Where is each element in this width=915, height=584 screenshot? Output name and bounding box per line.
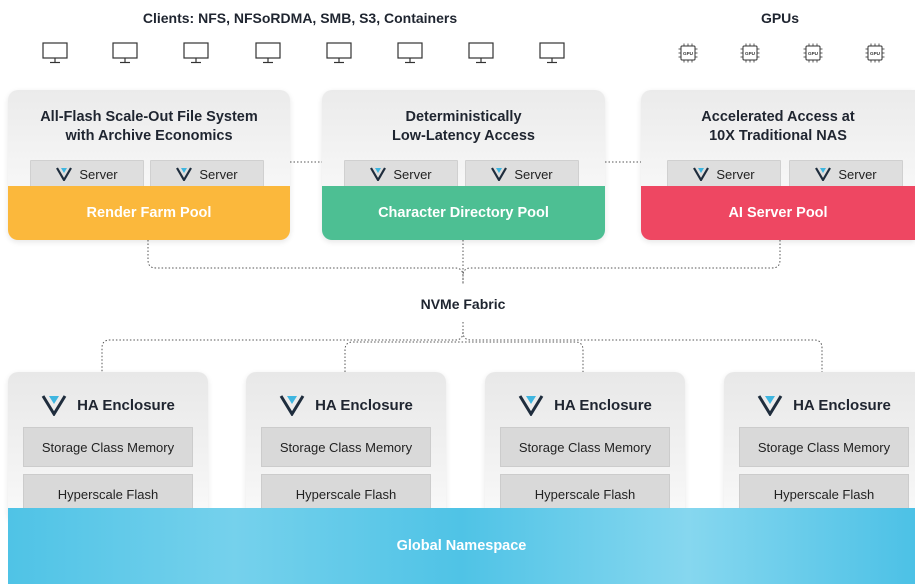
svg-text:GPU: GPU: [683, 51, 694, 56]
character-directory-pool: Character Directory Pool: [322, 186, 605, 240]
card-title-line1: All-Flash Scale-Out File System: [40, 109, 258, 125]
global-namespace-bar: Global Namespace: [8, 508, 915, 584]
enclosure-title: HA Enclosure: [8, 394, 208, 416]
ha-enclosure: HA Enclosure Storage Class Memory Hypers…: [246, 372, 446, 522]
gpu-chip-icon: GPU: [678, 43, 698, 63]
ai-server-pool: AI Server Pool: [641, 186, 915, 240]
card-title-line2: with Archive Economics: [65, 128, 233, 144]
server-box: Server: [789, 160, 903, 188]
server-label: Server: [79, 166, 118, 182]
enclosure-title-text: HA Enclosure: [77, 396, 175, 414]
monitor-icon: [255, 42, 281, 64]
monitor-icon: [42, 42, 68, 64]
gpu-chip-icon: GPU: [865, 43, 885, 63]
monitor-icon: [539, 42, 565, 64]
render-farm-pool: Render Farm Pool: [8, 186, 290, 240]
server-box: Server: [30, 160, 144, 188]
card-title: All-Flash Scale-Out File System with Arc…: [8, 108, 290, 146]
server-box: Server: [667, 160, 781, 188]
ai-server-card: Accelerated Access at 10X Traditional NA…: [641, 90, 915, 240]
storage-class-memory: Storage Class Memory: [500, 427, 670, 467]
vdura-logo-icon: [518, 395, 544, 416]
gpu-chip-icon: GPU: [740, 43, 760, 63]
server-label: Server: [716, 166, 755, 182]
card-title-line2: Low-Latency Access: [392, 128, 535, 144]
gpu-chip-icon: GPU: [803, 43, 823, 63]
storage-class-memory: Storage Class Memory: [23, 427, 193, 467]
vdura-logo-icon: [56, 167, 73, 181]
vdura-logo-icon: [176, 167, 193, 181]
svg-text:GPU: GPU: [870, 51, 881, 56]
nvme-fabric-label: NVMe Fabric: [420, 296, 506, 312]
vdura-logo-icon: [757, 395, 783, 416]
server-label: Server: [514, 166, 553, 182]
character-directory-card: Deterministically Low-Latency Access Ser…: [322, 90, 605, 240]
vdura-logo-icon: [815, 167, 832, 181]
svg-text:GPU: GPU: [808, 51, 819, 56]
monitor-icon: [326, 42, 352, 64]
monitor-icon: [397, 42, 423, 64]
vdura-logo-icon: [279, 395, 305, 416]
enclosure-title-text: HA Enclosure: [793, 396, 891, 414]
vdura-logo-icon: [370, 167, 387, 181]
server-label: Server: [199, 166, 238, 182]
enclosure-title: HA Enclosure: [724, 394, 915, 416]
monitor-icon: [468, 42, 494, 64]
card-title-line2: 10X Traditional NAS: [709, 128, 847, 144]
server-box: Server: [150, 160, 264, 188]
ha-enclosure: HA Enclosure Storage Class Memory Hypers…: [8, 372, 208, 522]
render-farm-card: All-Flash Scale-Out File System with Arc…: [8, 90, 290, 240]
ha-enclosure: HA Enclosure Storage Class Memory Hypers…: [724, 372, 915, 522]
card-title: Accelerated Access at 10X Traditional NA…: [641, 108, 915, 146]
server-box: Server: [344, 160, 458, 188]
storage-class-memory: Storage Class Memory: [739, 427, 909, 467]
card-title: Deterministically Low-Latency Access: [322, 108, 605, 146]
svg-text:GPU: GPU: [745, 51, 756, 56]
card-title-line1: Deterministically: [405, 109, 522, 125]
server-label: Server: [393, 166, 432, 182]
gpus-label: GPUs: [760, 10, 800, 26]
enclosure-title: HA Enclosure: [485, 394, 685, 416]
vdura-logo-icon: [693, 167, 710, 181]
server-box: Server: [465, 160, 579, 188]
card-title-line1: Accelerated Access at: [701, 109, 855, 125]
monitor-icon: [112, 42, 138, 64]
ha-enclosure: HA Enclosure Storage Class Memory Hypers…: [485, 372, 685, 522]
enclosure-title-text: HA Enclosure: [554, 396, 652, 414]
enclosure-title: HA Enclosure: [246, 394, 446, 416]
enclosure-title-text: HA Enclosure: [315, 396, 413, 414]
vdura-logo-icon: [41, 395, 67, 416]
storage-class-memory: Storage Class Memory: [261, 427, 431, 467]
monitor-icon: [183, 42, 209, 64]
vdura-logo-icon: [491, 167, 508, 181]
server-label: Server: [838, 166, 877, 182]
clients-label: Clients: NFS, NFSoRDMA, SMB, S3, Contain…: [142, 10, 458, 26]
